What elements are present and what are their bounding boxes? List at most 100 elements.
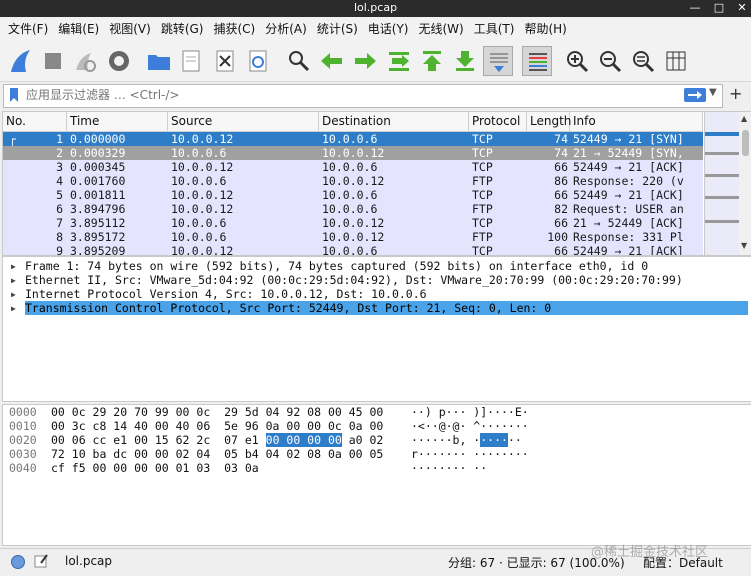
menu-bar: 文件(F) 编辑(E) 视图(V) 跳转(G) 捕获(C) 分析(A) 统计(S) 电话(Y)… (0, 17, 751, 41)
hex-bytes-line[interactable]: 00 3c c8 14 40 00 40 06 5e 96 0a 00 00 0… (51, 419, 383, 433)
auto-scroll-icon[interactable] (483, 46, 513, 76)
table-row[interactable]: 7 3.895112 10.0.0.6 10.0.0.12 TCP 66 21 → 5244… (3, 216, 703, 230)
highlighted-ascii: ···· (480, 433, 508, 447)
go-to-packet-icon[interactable] (384, 46, 414, 76)
hex-offset: 0010 (9, 419, 37, 433)
expand-arrow-icon[interactable]: ▶ (11, 302, 25, 316)
menu-edit[interactable]: 编辑(E) (53, 17, 104, 41)
ascii-line[interactable]: ·<··@·@· ^······· (411, 419, 529, 433)
stop-capture-icon[interactable] (38, 46, 68, 76)
apply-filter-button[interactable] (684, 88, 706, 102)
go-forward-icon[interactable] (350, 46, 380, 76)
close-file-icon[interactable] (210, 46, 240, 76)
menu-statistics[interactable]: 统计(S) (312, 17, 363, 41)
go-back-icon[interactable] (317, 46, 347, 76)
capture-comment-icon[interactable] (33, 553, 49, 569)
table-row[interactable]: ┌ 1 0.000000 10.0.0.12 10.0.0.6 TCP 74 52449 →… (3, 132, 703, 146)
minimap-marker (705, 152, 739, 155)
first-packet-icon[interactable] (417, 46, 447, 76)
minimap-marker (705, 174, 739, 177)
minimap-selection-marker (705, 132, 739, 136)
add-filter-button-icon[interactable]: + (729, 84, 742, 103)
window-titlebar: lol.pcap — □ ✕ (0, 0, 751, 17)
arrow-right-icon (688, 91, 702, 99)
table-row[interactable]: 5 0.001811 10.0.0.12 10.0.0.6 TCP 66 52449 → 2… (3, 188, 703, 202)
find-packet-icon[interactable] (284, 46, 314, 76)
hex-offset: 0030 (9, 447, 37, 461)
last-packet-icon[interactable] (450, 46, 480, 76)
tree-item-ipv4[interactable]: ▶ Internet Protocol Version 4, Src: 10.0.… (11, 287, 427, 301)
column-header-no[interactable]: No. (3, 112, 67, 131)
menu-capture[interactable]: 捕获(C) (208, 17, 260, 41)
main-toolbar (0, 41, 751, 82)
packet-minimap[interactable] (704, 112, 739, 255)
expand-arrow-icon[interactable]: ▶ (11, 260, 25, 274)
menu-wireless[interactable]: 无线(W) (414, 17, 469, 41)
resize-columns-icon[interactable] (661, 46, 691, 76)
related-packet-icon: ┌ (9, 132, 16, 146)
bookmark-icon[interactable] (6, 87, 22, 103)
display-filter-bar: ▼ (3, 84, 723, 108)
tree-item-ethernet[interactable]: ▶ Ethernet II, Src: VMware_5d:04:92 (00:0… (11, 273, 683, 287)
scrollbar-thumb[interactable] (742, 130, 749, 156)
colorize-icon[interactable] (522, 46, 552, 76)
packet-bytes-pane: 0000 00 0c 29 20 70 99 00 0c 29 5d 04 92… (2, 404, 751, 546)
highlighted-bytes: 00 00 00 00 (265, 433, 342, 447)
menu-help[interactable]: 帮助(H) (519, 17, 571, 41)
menu-tools[interactable]: 工具(T) (469, 17, 520, 41)
packet-details-tree: ▶ Frame 1: 74 bytes on wire (592 bits), 7… (2, 256, 751, 402)
hex-offset: 0000 (9, 405, 37, 419)
reload-file-icon[interactable] (243, 46, 273, 76)
menu-file[interactable]: 文件(F) (0, 17, 53, 41)
zoom-in-icon[interactable] (562, 46, 592, 76)
maximize-icon[interactable]: □ (712, 1, 726, 15)
status-file-name: lol.pcap (65, 554, 113, 568)
column-header-info[interactable]: Info (570, 112, 703, 131)
ascii-line[interactable]: ······b, ······· (411, 433, 522, 447)
hex-bytes-line[interactable]: cf f5 00 00 00 00 01 03 03 0a (51, 461, 259, 475)
minimize-icon[interactable]: — (688, 1, 702, 15)
zoom-out-icon[interactable] (595, 46, 625, 76)
menu-analyze[interactable]: 分析(A) (260, 17, 312, 41)
column-header-source[interactable]: Source (168, 112, 319, 131)
ascii-line[interactable]: ··) p··· )]····E· (411, 405, 529, 419)
ascii-line[interactable]: r······· ········ (411, 447, 529, 461)
restart-capture-icon[interactable] (70, 46, 100, 76)
hex-bytes-line[interactable]: 00 06 cc e1 00 15 62 2c 07 e1 00 00 00 0… (51, 433, 383, 447)
table-row[interactable]: 8 3.895172 10.0.0.6 10.0.0.12 FTP 100 Response… (3, 230, 703, 244)
scroll-down-icon[interactable]: ▼ (741, 241, 747, 250)
table-row[interactable]: 4 0.001760 10.0.0.6 10.0.0.12 FTP 86 Response:… (3, 174, 703, 188)
expert-info-icon[interactable] (10, 554, 26, 570)
tree-item-frame[interactable]: ▶ Frame 1: 74 bytes on wire (592 bits), 7… (11, 259, 648, 273)
tree-item-tcp[interactable]: ▶ Transmission Control Protocol, Src Port… (11, 301, 748, 315)
minimap-marker (705, 220, 739, 223)
ascii-line[interactable]: ········ ·· (411, 461, 487, 475)
save-file-icon[interactable] (176, 46, 206, 76)
column-header-destination[interactable]: Destination (319, 112, 469, 131)
packet-list-scrollbar[interactable]: ▲ ▼ (739, 112, 751, 255)
table-row[interactable]: 3 0.000345 10.0.0.12 10.0.0.6 TCP 66 52449 → 2… (3, 160, 703, 174)
hex-bytes-line[interactable]: 00 0c 29 20 70 99 00 0c 29 5d 04 92 08 0… (51, 405, 383, 419)
menu-view[interactable]: 视图(V) (104, 17, 156, 41)
table-row[interactable]: 9 3.895209 10.0.0.12 10.0.0.6 TCP 66 52449 → 2… (3, 244, 703, 255)
expand-arrow-icon[interactable]: ▶ (11, 288, 25, 302)
scroll-up-icon[interactable]: ▲ (741, 114, 747, 123)
packet-list-header: No. Time Source Destination Protocol Len… (3, 112, 703, 132)
normal-size-icon[interactable] (628, 46, 658, 76)
display-filter-input[interactable] (26, 86, 666, 104)
close-icon[interactable]: ✕ (735, 1, 749, 15)
menu-telephony[interactable]: 电话(Y) (363, 17, 414, 41)
column-header-protocol[interactable]: Protocol (469, 112, 527, 131)
open-file-icon[interactable] (144, 46, 174, 76)
column-header-time[interactable]: Time (67, 112, 168, 131)
expand-arrow-icon[interactable]: ▶ (11, 274, 25, 288)
hex-bytes-line[interactable]: 72 10 ba dc 00 00 02 04 05 b4 04 02 08 0… (51, 447, 383, 461)
shark-fin-start-icon[interactable] (6, 46, 36, 76)
menu-go[interactable]: 跳转(G) (156, 17, 209, 41)
capture-options-icon[interactable] (104, 46, 134, 76)
chevron-down-icon[interactable]: ▼ (709, 87, 717, 98)
packet-list: No. Time Source Destination Protocol Len… (2, 111, 751, 256)
column-header-length[interactable]: Length (527, 112, 571, 131)
table-row[interactable]: 2 0.000329 10.0.0.6 10.0.0.12 TCP 74 21 → 5244… (3, 146, 703, 160)
table-row[interactable]: 6 3.894796 10.0.0.12 10.0.0.6 FTP 82 Request: … (3, 202, 703, 216)
